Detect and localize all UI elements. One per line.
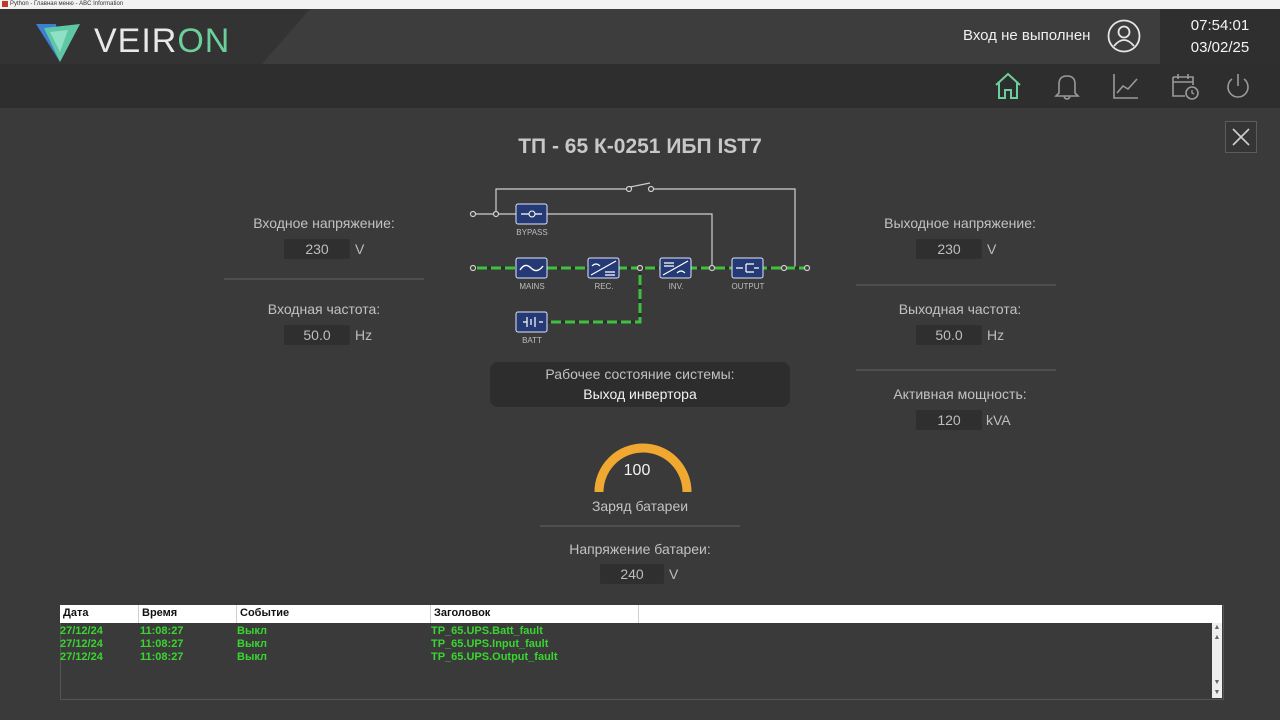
app-icon xyxy=(2,1,8,7)
log-date: 27/12/24 xyxy=(60,625,103,637)
log-tag: TP_65.UPS.Input_fault xyxy=(431,638,549,650)
log-event: Выкл xyxy=(237,651,267,663)
rec-label: REC. xyxy=(594,282,613,291)
battery-voltage-unit: V xyxy=(669,566,679,582)
output-voltage-label: Выходное напряжение: xyxy=(884,215,1036,231)
output-voltage-unit: V xyxy=(987,241,997,257)
scroll-up-icon[interactable]: ▲ xyxy=(1213,624,1221,632)
active-power-value: 120 xyxy=(916,410,982,430)
input-frequency-label: Входная частота: xyxy=(267,301,381,317)
ups-diagram: BYPASS MAINS REC. INV. OUTPUT BATT xyxy=(469,182,811,345)
log-event: Выкл xyxy=(237,638,267,650)
user-icon[interactable] xyxy=(1107,19,1141,53)
column-divider xyxy=(236,605,237,623)
inv-label: INV. xyxy=(669,282,684,291)
calendar-clock-icon[interactable] xyxy=(1170,71,1200,101)
output-frequency-value: 50.0 xyxy=(916,325,982,345)
home-icon[interactable] xyxy=(993,71,1023,101)
bypass-block xyxy=(515,203,548,225)
clock-time: 07:54:01 xyxy=(1190,17,1250,34)
event-log-scrollbar[interactable]: ▲ ▲ ▼ ▼ xyxy=(1212,623,1222,698)
bell-icon[interactable] xyxy=(1052,71,1082,101)
battery-voltage-label: Напряжение батареи: xyxy=(569,541,711,557)
close-icon xyxy=(1232,128,1250,146)
log-time: 11:08:27 xyxy=(140,638,184,650)
scroll-up-icon[interactable]: ▲ xyxy=(1213,634,1221,642)
trend-chart-icon[interactable] xyxy=(1111,71,1141,101)
user-status: Вход не выполнен xyxy=(963,27,1091,44)
input-frequency-value: 50.0 xyxy=(284,325,350,345)
battery-charge-label: Заряд батареи xyxy=(591,498,689,514)
clock-date: 03/02/25 xyxy=(1190,39,1250,56)
mains-block xyxy=(515,257,548,279)
system-state-label: Рабочее состояние системы: xyxy=(545,366,735,382)
active-power-label: Активная мощность: xyxy=(893,386,1027,402)
log-date: 27/12/24 xyxy=(60,638,103,650)
log-date: 27/12/24 xyxy=(60,651,103,663)
mains-label: MAINS xyxy=(519,282,544,291)
column-date[interactable]: Дата xyxy=(63,607,88,619)
close-button[interactable] xyxy=(1225,121,1257,153)
log-time: 11:08:27 xyxy=(140,625,184,637)
output-label: OUTPUT xyxy=(732,282,765,291)
battery-voltage-value: 240 xyxy=(600,564,664,584)
page-title: ТП - 65 К-0251 ИБП IST7 xyxy=(518,135,762,158)
input-voltage-unit: V xyxy=(355,241,365,257)
input-frequency-unit: Hz xyxy=(355,327,373,343)
window-title-bar: Python - Главная меню - ABC Information xyxy=(0,0,1280,9)
system-state-value: Выход инвертора xyxy=(583,386,697,402)
table-row[interactable]: 27/12/24 11:08:27 Выкл TP_65.UPS.Input_f… xyxy=(60,638,1210,651)
input-voltage-label: Входное напряжение: xyxy=(253,215,395,231)
bypass-label: BYPASS xyxy=(516,228,547,237)
battery-block xyxy=(515,311,548,333)
log-event: Выкл xyxy=(237,625,267,637)
divider xyxy=(856,369,1056,371)
column-divider xyxy=(638,605,639,623)
inverter-block xyxy=(659,257,692,279)
divider xyxy=(224,278,424,280)
column-divider xyxy=(138,605,139,623)
output-voltage-value: 230 xyxy=(916,239,982,259)
column-event[interactable]: Событие xyxy=(240,607,289,619)
nav-bar xyxy=(0,64,1280,108)
batt-label: BATT xyxy=(522,336,542,345)
divider xyxy=(856,284,1056,286)
table-row[interactable]: 27/12/24 11:08:27 Выкл TP_65.UPS.Batt_fa… xyxy=(60,625,1210,638)
input-voltage-value: 230 xyxy=(284,239,350,259)
power-icon[interactable] xyxy=(1223,71,1253,101)
logo-text: VEIRON xyxy=(94,22,231,60)
scroll-down-icon[interactable]: ▼ xyxy=(1213,679,1221,687)
output-frequency-label: Выходная частота: xyxy=(898,301,1022,317)
rectifier-block xyxy=(587,257,620,279)
event-log-header xyxy=(60,605,1222,623)
scroll-down-icon[interactable]: ▼ xyxy=(1213,689,1221,697)
table-row[interactable]: 27/12/24 11:08:27 Выкл TP_65.UPS.Output_… xyxy=(60,651,1210,664)
column-title[interactable]: Заголовок xyxy=(434,607,490,619)
log-time: 11:08:27 xyxy=(140,651,184,663)
log-tag: TP_65.UPS.Batt_fault xyxy=(431,625,543,637)
active-power-unit: kVA xyxy=(986,412,1011,428)
output-frequency-unit: Hz xyxy=(987,327,1005,343)
column-divider xyxy=(430,605,431,623)
log-tag: TP_65.UPS.Output_fault xyxy=(431,651,558,663)
window-title: Python - Главная меню - ABC Information xyxy=(10,1,124,7)
output-block xyxy=(731,257,764,279)
column-time[interactable]: Время xyxy=(142,607,177,619)
veiron-logo-icon xyxy=(36,24,80,62)
battery-charge-value: 100 xyxy=(623,462,651,479)
divider xyxy=(540,525,740,527)
